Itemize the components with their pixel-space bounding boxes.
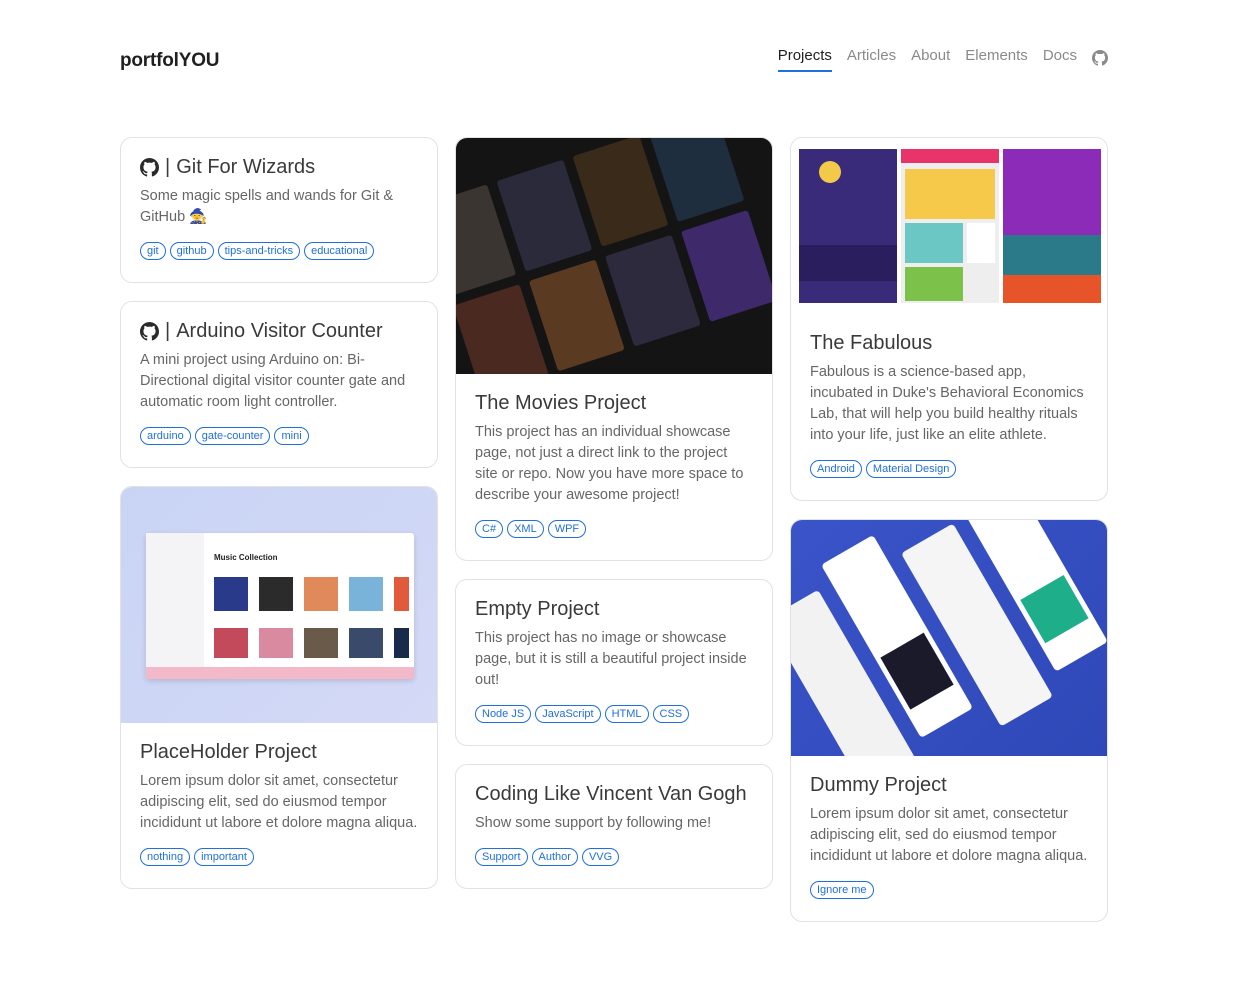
card-description: A mini project using Arduino on: Bi-Dire… <box>140 352 406 410</box>
tag-arduino[interactable]: arduino <box>140 427 191 445</box>
projects-column-2: The Movies Project This project has an i… <box>455 137 773 889</box>
tag-vvg[interactable]: VVG <box>581 848 620 866</box>
projects-column-3: The Fabulous Fabulous is a science-based… <box>790 137 1108 922</box>
project-card-placeholder[interactable]: Music Collection PlaceHolder Project Lor… <box>120 486 438 889</box>
nav-projects[interactable]: Projects <box>777 46 832 72</box>
project-image-music-collection: Music Collection <box>121 487 437 723</box>
tag-android[interactable]: Android <box>810 460 862 478</box>
project-card-arduino-visitor-counter[interactable]: | Arduino Visitor Counter A mini project… <box>120 301 438 468</box>
tag-author[interactable]: Author <box>531 848 578 866</box>
tag-material-design[interactable]: Material Design <box>865 460 957 478</box>
nav-elements[interactable]: Elements <box>965 46 1028 72</box>
top-nav: Projects Articles About Elements Docs <box>777 46 1108 72</box>
tag-support[interactable]: Support <box>475 848 528 866</box>
tag-list: Node JS JavaScript HTML CSS <box>475 705 753 745</box>
card-title: Arduino Visitor Counter <box>176 320 383 342</box>
project-card-fabulous[interactable]: The Fabulous Fabulous is a science-based… <box>790 137 1108 501</box>
tag-ignore-me[interactable]: Ignore me <box>810 881 874 899</box>
tag-list: arduino gate-counter mini <box>140 427 418 467</box>
title-separator: | <box>165 320 171 342</box>
project-image-fabulous <box>791 138 1107 314</box>
tag-list: git github tips-and-tricks educational <box>140 242 418 282</box>
tag-wpf[interactable]: WPF <box>547 520 587 538</box>
card-description: This project has no image or showcase pa… <box>475 630 747 688</box>
card-title: Dummy Project <box>810 774 947 796</box>
nav-docs[interactable]: Docs <box>1043 46 1077 72</box>
project-card-movies[interactable]: The Movies Project This project has an i… <box>455 137 773 561</box>
tag-mini[interactable]: mini <box>274 427 309 445</box>
nav-about[interactable]: About <box>911 46 950 72</box>
project-card-git-for-wizards[interactable]: | Git For Wizards Some magic spells and … <box>120 137 438 283</box>
card-title: The Movies Project <box>475 392 647 414</box>
github-icon <box>140 157 159 177</box>
tag-list: Ignore me <box>810 881 1088 921</box>
card-title: Coding Like Vincent Van Gogh <box>475 783 747 805</box>
project-card-empty[interactable]: Empty Project This project has no image … <box>455 579 773 746</box>
project-image-dummy <box>791 520 1107 756</box>
tag-git[interactable]: git <box>140 242 166 260</box>
github-icon[interactable] <box>1092 50 1108 66</box>
nav-articles[interactable]: Articles <box>847 46 896 72</box>
tag-tips-and-tricks[interactable]: tips-and-tricks <box>217 242 301 260</box>
tag-javascript[interactable]: JavaScript <box>535 705 601 723</box>
tag-gate-counter[interactable]: gate-counter <box>194 427 271 445</box>
tag-nothing[interactable]: nothing <box>140 848 191 866</box>
card-description: Fabulous is a science-based app, incubat… <box>810 364 1084 443</box>
card-title: Git For Wizards <box>176 156 316 178</box>
tag-csharp[interactable]: C# <box>475 520 504 538</box>
site-brand[interactable]: portfolYOU <box>120 50 220 72</box>
project-card-dummy[interactable]: Dummy Project Lorem ipsum dolor sit amet… <box>790 519 1108 922</box>
card-title: Empty Project <box>475 598 600 620</box>
music-app-title: Music Collection <box>214 553 278 562</box>
tag-list: nothing important <box>140 848 418 888</box>
tag-educational[interactable]: educational <box>304 242 375 260</box>
card-description: Lorem ipsum dolor sit amet, consectetur … <box>810 806 1088 864</box>
tag-node-js[interactable]: Node JS <box>475 705 532 723</box>
project-image-movies <box>456 138 772 374</box>
card-title: PlaceHolder Project <box>140 741 317 763</box>
tag-github[interactable]: github <box>169 242 214 260</box>
project-card-vincent-van-gogh[interactable]: Coding Like Vincent Van Gogh Show some s… <box>455 764 773 889</box>
card-description: Show some support by following me! <box>475 815 712 831</box>
tag-css[interactable]: CSS <box>652 705 690 723</box>
github-icon <box>140 321 159 341</box>
tag-important[interactable]: important <box>194 848 254 866</box>
card-description: Lorem ipsum dolor sit amet, consectetur … <box>140 773 418 831</box>
projects-column-1: | Git For Wizards Some magic spells and … <box>120 137 438 889</box>
tag-list: C# XML WPF <box>475 520 753 560</box>
tag-xml[interactable]: XML <box>507 520 544 538</box>
tag-list: Android Material Design <box>810 460 1088 500</box>
card-description: This project has an individual showcase … <box>475 424 744 503</box>
tag-html[interactable]: HTML <box>604 705 649 723</box>
card-description: Some magic spells and wands for Git & Gi… <box>140 188 394 225</box>
tag-list: Support Author VVG <box>475 848 753 888</box>
card-title: The Fabulous <box>810 332 933 354</box>
title-separator: | <box>165 156 171 178</box>
